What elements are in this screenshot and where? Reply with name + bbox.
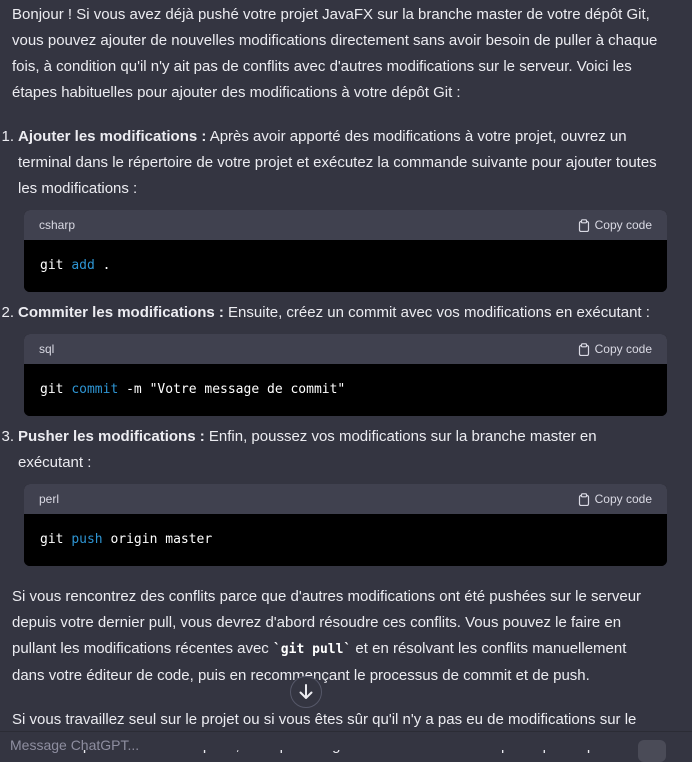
code-language: csharp [39,218,76,232]
copy-code-button[interactable]: Copy code [578,484,652,514]
copy-code-label: Copy code [594,492,652,506]
code-block: sql Copy code git commit -m "Votre messa… [24,334,667,416]
code-content: git add . [24,240,667,292]
copy-code-button[interactable]: Copy code [578,210,652,240]
step-text: Commiter les modifications : Ensuite, cr… [18,300,662,326]
step-number: 2. [1,304,14,321]
chat-message: Bonjour ! Si vous avez déjà pushé votre … [1,2,667,759]
code-language: perl [39,492,60,506]
conflicts-paragraph: Si vous rencontrez des conflits parce qu… [12,588,642,684]
clipboard-icon [578,342,589,356]
scroll-down-button[interactable] [290,676,322,708]
step-number: 1. [1,128,14,145]
step-text: Ajouter les modifications : Après avoir … [18,124,662,202]
intro-paragraph: Bonjour ! Si vous avez déjà pushé votre … [12,6,658,101]
step-description: Ensuite, créez un commit avec vos modifi… [223,304,650,321]
step-title: Pusher les modifications : [18,428,205,445]
code-header: perl Copy code [24,484,667,514]
step-item-2: 2. Commiter les modifications : Ensuite,… [1,300,667,416]
code-language: sql [39,342,55,356]
clipboard-icon [578,218,589,232]
clipboard-icon [578,492,589,506]
step-text: Pusher les modifications : Enfin, pousse… [18,424,662,476]
copy-code-button[interactable]: Copy code [578,334,652,364]
inline-code: `git pull` [272,642,352,657]
message-input[interactable]: Message ChatGPT... [10,732,139,758]
step-item-1: 1. Ajouter les modifications : Après avo… [1,124,667,292]
arrow-down-icon [299,684,313,699]
copy-code-label: Copy code [594,342,652,356]
code-block: perl Copy code git push origin master [24,484,667,566]
code-content: git commit -m "Votre message de commit" [24,364,667,416]
step-title: Commiter les modifications : [18,304,224,321]
code-header: csharp Copy code [24,210,667,240]
code-block: csharp Copy code git add . [24,210,667,292]
code-content: git push origin master [24,514,667,566]
send-button[interactable] [638,740,666,762]
step-number: 3. [1,428,14,445]
copy-code-label: Copy code [594,218,652,232]
step-title: Ajouter les modifications : [18,128,207,145]
code-header: sql Copy code [24,334,667,364]
step-item-3: 3. Pusher les modifications : Enfin, pou… [1,424,667,566]
